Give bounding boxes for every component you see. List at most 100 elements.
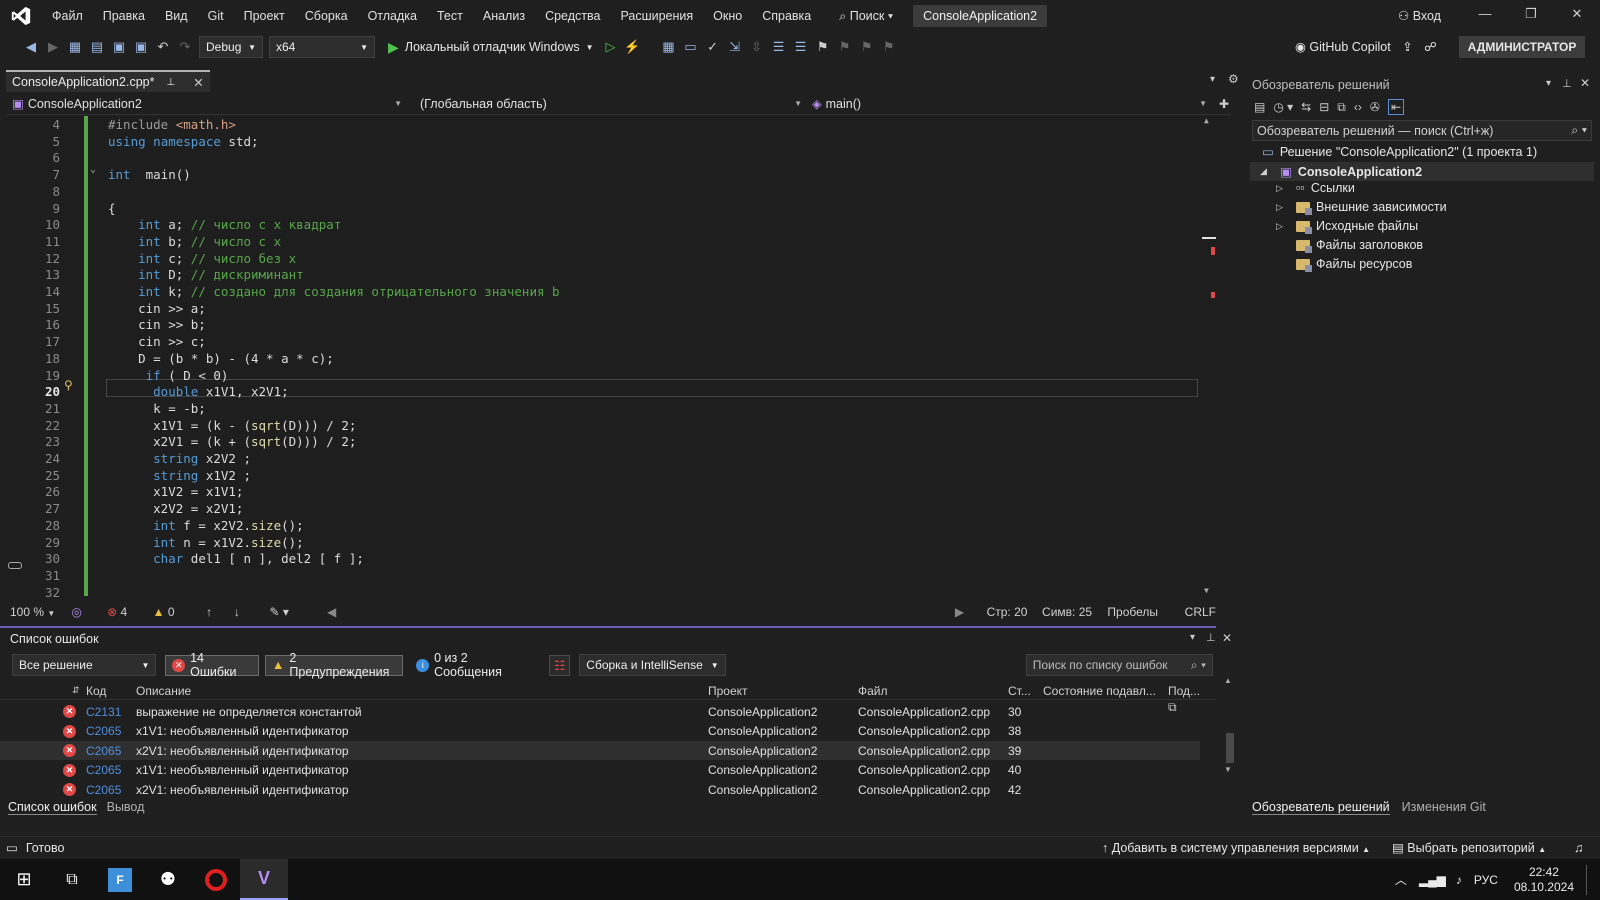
collapse-all-icon[interactable]: ⊟ — [1319, 100, 1329, 114]
code-line[interactable]: 31 — [6, 567, 1216, 584]
errors-filter-toggle[interactable]: ✕ 14 Ошибки — [165, 651, 260, 679]
gamepad-app-icon[interactable]: ⚉ — [144, 859, 192, 900]
layout-icon[interactable]: ▭ — [680, 36, 702, 58]
properties-wrench-icon[interactable]: ✇ — [1370, 100, 1380, 114]
close-panel-icon[interactable]: ✕ — [1222, 631, 1232, 645]
intellicode-icon[interactable]: ◎ — [71, 605, 107, 619]
settings-gear-icon[interactable]: ⚙ — [1228, 72, 1239, 86]
clear-bookmarks-icon[interactable]: ⚑ — [878, 36, 900, 58]
show-all-files-icon[interactable]: ⧉ — [1337, 100, 1346, 115]
hot-reload-icon[interactable]: ⚡ — [622, 36, 644, 58]
forward-icon[interactable]: ▶ — [42, 36, 64, 58]
indentation-indicator[interactable]: Пробелы — [1107, 605, 1184, 619]
pin-icon[interactable]: ⊥ — [1206, 631, 1216, 644]
code-line[interactable]: 20 double x1V1, x2V1; — [6, 383, 1216, 400]
open-folder-icon[interactable]: ▤ — [86, 36, 108, 58]
menu-item[interactable]: Проект — [234, 0, 295, 32]
redo-icon[interactable]: ↷ — [174, 36, 196, 58]
hscroll-right-icon[interactable]: ▶ — [955, 605, 987, 619]
hscroll-left-icon[interactable]: ◀ — [327, 605, 955, 619]
error-code[interactable]: C2131 — [86, 705, 121, 719]
member-dropdown[interactable]: ◈ main() ▼ — [806, 94, 1211, 114]
tree-item-external-deps[interactable]: ▷ Внешние зависимости — [1276, 200, 1447, 215]
code-line[interactable]: 14 int k; // создано для создания отрица… — [6, 283, 1216, 300]
code-line[interactable]: 21 k = -b; — [6, 400, 1216, 417]
code-line[interactable]: 27 x2V2 = x2V1; — [6, 500, 1216, 517]
opera-browser-icon[interactable] — [192, 859, 240, 900]
close-tab-icon[interactable]: ✕ — [193, 75, 203, 90]
code-line[interactable]: 30 char del1 [ n ], del2 [ f ]; — [6, 550, 1216, 567]
line-indicator[interactable]: Стр: 20 — [987, 605, 1042, 619]
error-row[interactable]: ✕ C2065 x2V1: необъявленный идентификатор C… — [0, 741, 1200, 761]
vertical-scrollbar[interactable]: ▲ ▼ — [1202, 116, 1216, 596]
menu-item[interactable]: Анализ — [473, 0, 535, 32]
add-to-source-control-button[interactable]: ↑ Добавить в систему управления версиями… — [1102, 841, 1370, 855]
code-line[interactable]: 29 int n = x1V2.size(); — [6, 534, 1216, 551]
code-line[interactable]: 12 int c; // число без х — [6, 250, 1216, 267]
next-issue-icon[interactable]: ↓ — [234, 605, 270, 619]
code-line[interactable]: 6 — [6, 149, 1216, 166]
code-line[interactable]: 4 #include <math.h> — [6, 116, 1216, 133]
show-desktop-button[interactable] — [1586, 864, 1588, 895]
split-editor-icon[interactable]: ✚ — [1219, 97, 1229, 111]
collapse-chevron-icon[interactable]: ⌄ — [90, 164, 96, 175]
menu-item[interactable]: Окно — [703, 0, 752, 32]
breakpoint-margin-icon[interactable] — [8, 562, 22, 569]
code-line[interactable]: 10 int a; // число с х квадрат — [6, 216, 1216, 233]
sync-icon[interactable]: ▤ — [1254, 100, 1265, 114]
column-sub[interactable]: Под... — [1168, 684, 1200, 698]
errors-count[interactable]: ⊗ 4 — [107, 605, 153, 619]
notifications-bell-icon[interactable]: ♫ — [1574, 841, 1583, 855]
step-icon[interactable]: ⇲ — [724, 36, 746, 58]
menu-item[interactable]: Git — [198, 0, 234, 32]
code-line[interactable]: 28 int f = x2V2.size(); — [6, 517, 1216, 534]
tab-solution-explorer[interactable]: Обозреватель решений — [1252, 800, 1390, 815]
solution-explorer-icon[interactable]: ▦ — [658, 36, 680, 58]
code-line[interactable]: 9{ — [6, 200, 1216, 217]
code-line[interactable]: 32 — [6, 584, 1216, 601]
save-all-icon[interactable]: ▣ — [130, 36, 152, 58]
code-line[interactable]: 13 int D; // дискриминант — [6, 266, 1216, 283]
close-window-button[interactable]: ✕ — [1562, 6, 1592, 22]
code-line[interactable]: 26 x1V2 = x1V1; — [6, 483, 1216, 500]
tab-consoleapplication2-cpp[interactable]: ConsoleApplication2.cpp* ⊥ ✕ — [6, 70, 210, 92]
error-list-scrollbar[interactable]: ▲ ▼ — [1224, 676, 1236, 796]
column-indicator[interactable]: Симв: 25 — [1042, 605, 1107, 619]
copy-icon[interactable]: ⧉ — [1168, 700, 1177, 715]
error-code[interactable]: C2065 — [86, 744, 121, 758]
tab-error-list[interactable]: Список ошибок — [8, 800, 97, 815]
error-row[interactable]: ✕ C2065 x2V1: необъявленный идентификатор C… — [0, 780, 1200, 799]
preview-selected-icon[interactable]: ⇤ — [1387, 99, 1404, 115]
pin-icon[interactable]: ⊥ — [1562, 77, 1572, 90]
code-line[interactable]: 8 — [6, 183, 1216, 200]
language-indicator[interactable]: РУС — [1474, 873, 1498, 887]
error-code[interactable]: C2065 — [86, 724, 121, 738]
tab-overflow-icon[interactable]: ▾ — [1210, 74, 1215, 85]
bookmark-icon[interactable]: ⚑ — [812, 36, 834, 58]
code-line[interactable]: 19 if ( D < 0) — [6, 367, 1216, 384]
new-project-icon[interactable]: ▦ — [64, 36, 86, 58]
restore-button[interactable]: ❐ — [1516, 6, 1546, 22]
menu-item[interactable]: Справка — [752, 0, 821, 32]
warnings-count[interactable]: ▲ 0 — [153, 605, 206, 619]
windows-start-icon[interactable]: ⊞ — [0, 859, 48, 900]
panel-menu-icon[interactable]: ▾ — [1546, 78, 1551, 89]
error-row[interactable]: ✕ C2131 выражение не определяется констант… — [0, 702, 1200, 721]
github-copilot-button[interactable]: ◉ GitHub Copilot ⇪ ☍ — [1295, 39, 1437, 54]
code-line[interactable]: 24 string x2V2 ; — [6, 450, 1216, 467]
code-cleanup-icon[interactable]: ✎ ▾ — [270, 605, 327, 619]
outdent-icon[interactable]: ☰ — [790, 36, 812, 58]
column-file[interactable]: Файл — [858, 684, 888, 698]
app-f-icon[interactable]: F — [96, 859, 144, 900]
code-view-icon[interactable]: ‹› — [1354, 100, 1362, 114]
prev-bookmark-icon[interactable]: ⚑ — [834, 36, 856, 58]
next-bookmark-icon[interactable]: ⚑ — [856, 36, 878, 58]
code-line[interactable]: 15 cin >> a; — [6, 300, 1216, 317]
select-repository-button[interactable]: ▤ Выбрать репозиторий ▲ — [1392, 840, 1546, 855]
network-icon[interactable]: ▂▄▆ — [1419, 873, 1446, 887]
menu-item[interactable]: Тест — [427, 0, 473, 32]
spell-check-icon[interactable]: ✓ — [702, 36, 724, 58]
solution-root[interactable]: ▭ Решение "ConsoleApplication2" (1 проект… — [1262, 144, 1537, 160]
menu-item[interactable]: Расширения — [610, 0, 703, 32]
menu-item[interactable]: Файл — [42, 0, 93, 32]
